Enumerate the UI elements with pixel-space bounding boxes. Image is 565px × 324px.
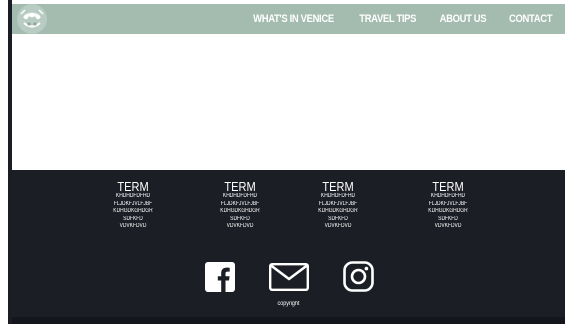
term-line: VDVKFDVD bbox=[119, 223, 147, 229]
nav-item-travel-tips[interactable]: TRAVEL TIPS bbox=[359, 13, 416, 25]
navbar: WHAT'S IN VENICE TRAVEL TIPS ABOUT US CO… bbox=[12, 4, 565, 34]
term-line: VDVKFDVD bbox=[226, 223, 254, 229]
term-title: TERM bbox=[322, 179, 354, 194]
mail-icon bbox=[269, 263, 309, 292]
nav-item-whats-in-venice[interactable]: WHAT'S IN VENICE bbox=[253, 13, 334, 25]
term-line: KDHGDKGHDGR bbox=[318, 208, 358, 214]
term-line: SDFKFD bbox=[123, 215, 143, 222]
footer-bottom-strip bbox=[12, 317, 565, 324]
term-line: FLJDKFJVLFJBF bbox=[428, 200, 468, 207]
footer: TERM KHDHDFDFHD FLJDKFJVLFJBF KDHGDKGHDG… bbox=[12, 170, 565, 324]
term-title: TERM bbox=[432, 179, 464, 194]
nav-item-about-us[interactable]: ABOUT US bbox=[439, 13, 486, 25]
term-title: TERM bbox=[224, 179, 256, 194]
term-line: KDHGDKGHDGR bbox=[428, 208, 468, 214]
term-line: KHDHDFDFHD bbox=[430, 193, 466, 199]
main-nav: WHAT'S IN VENICE TRAVEL TIPS ABOUT US CO… bbox=[240, 4, 553, 34]
mail-link[interactable] bbox=[269, 263, 309, 293]
term-column-1: TERM KHDHDFDFHD FLJDKFJVLFJBF KDHGDKGHDG… bbox=[93, 180, 173, 231]
term-line: KDHGDKGHDGR bbox=[220, 208, 260, 214]
term-line: KHDHDFDFHD bbox=[222, 193, 258, 199]
copyright-text: copyright bbox=[277, 301, 300, 307]
facebook-icon bbox=[205, 262, 235, 292]
term-line: FLJDKFJVLFJBF bbox=[318, 200, 358, 207]
term-line: FLJDKFJVLFJBF bbox=[220, 200, 260, 207]
venice-logo-icon bbox=[17, 4, 47, 34]
term-line: SDFKFD bbox=[230, 215, 250, 222]
term-line: KHDHDFDFHD bbox=[320, 193, 356, 199]
facebook-link[interactable] bbox=[205, 262, 235, 292]
term-line: KDHGDKGHDGR bbox=[113, 208, 153, 214]
term-column-3: TERM KHDHDFDFHD FLJDKFJVLFJBF KDHGDKGHDG… bbox=[298, 180, 378, 231]
term-line: FLJDKFJVLFJBF bbox=[113, 200, 153, 207]
term-line: KHDHDFDFHD bbox=[115, 193, 151, 199]
term-line: SDFKFD bbox=[328, 215, 348, 222]
term-title: TERM bbox=[117, 179, 149, 194]
term-column-2: TERM KHDHDFDFHD FLJDKFJVLFJBF KDHGDKGHDG… bbox=[200, 180, 280, 231]
page: WHAT'S IN VENICE TRAVEL TIPS ABOUT US CO… bbox=[0, 0, 565, 324]
logo[interactable] bbox=[17, 4, 47, 34]
nav-item-contact[interactable]: CONTACT bbox=[509, 13, 552, 25]
instagram-link[interactable] bbox=[343, 261, 374, 292]
term-line: SDFKFD bbox=[438, 215, 458, 222]
term-line: VDVKFDVD bbox=[324, 223, 352, 229]
instagram-icon bbox=[343, 261, 374, 292]
term-line: VDVKFDVD bbox=[434, 223, 462, 229]
term-column-4: TERM KHDHDFDFHD FLJDKFJVLFJBF KDHGDKGHDG… bbox=[408, 180, 488, 231]
